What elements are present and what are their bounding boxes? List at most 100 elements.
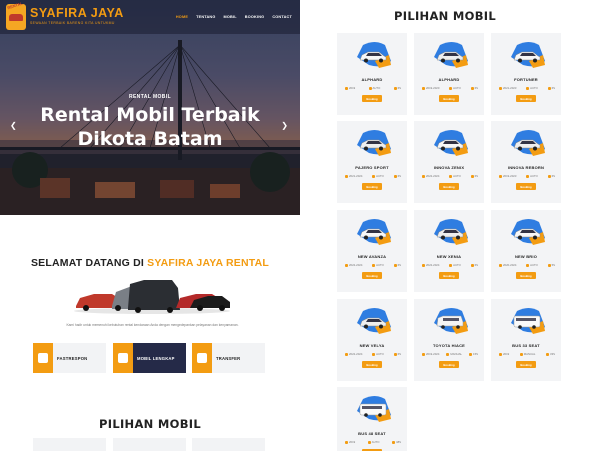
feature-transfer[interactable]: TRANSFER [192, 343, 265, 373]
nav-item-mobil[interactable]: MOBIL [224, 15, 237, 19]
car-card[interactable]: NEW XENIA 2022-2024 AUTO 6S Booking [414, 210, 484, 292]
car-name: INNOVA ZENIX [433, 165, 465, 170]
car-name: BUS 48 SEAT [358, 431, 386, 436]
car-specs: 2019-2020 AUTO 6S [422, 86, 478, 90]
car-specs: 2022-2024 AUTO 6S [345, 352, 401, 356]
car-name: FORTUNER [514, 77, 538, 82]
car-image [513, 228, 541, 240]
car-transmission: AUTO [367, 440, 379, 444]
nav-item-tentang[interactable]: TENTANG [196, 15, 215, 19]
car-specs: 2021-2023 AUTO 6S [499, 86, 555, 90]
car-image [436, 228, 464, 240]
booking-button[interactable]: Booking [516, 95, 536, 102]
booking-button[interactable]: Booking [516, 272, 536, 279]
car-specs: 2019-2023 AUTO 6S [499, 174, 555, 178]
car-card[interactable]: NEW AVANZA 2022-2024 AUTO 6S Booking [337, 210, 407, 292]
seat-icon [469, 352, 473, 356]
car-image [513, 139, 541, 151]
calendar-icon [422, 86, 425, 90]
car-card[interactable]: NEW BRIO 2020-2024 AUTO 5S Booking [491, 210, 561, 292]
calendar-icon [499, 174, 502, 178]
booking-button[interactable]: Booking [362, 183, 382, 190]
seat-icon [547, 86, 551, 90]
booking-button[interactable]: Booking [439, 272, 459, 279]
calendar-icon [422, 352, 425, 356]
brand-name[interactable]: SYAFIRA JAYA [30, 6, 124, 20]
welcome-heading: SELAMAT DATANG DI SYAFIRA JAYA RENTAL [0, 257, 300, 269]
section-title: PILIHAN MOBIL [99, 417, 201, 431]
seat-icon [470, 174, 474, 178]
car-image [436, 139, 464, 151]
car-icon [113, 343, 133, 373]
car-year: 2022-2024 [422, 174, 439, 178]
gear-icon [372, 352, 376, 356]
car-specs: 2020-2024 AUTO 5S [499, 263, 555, 267]
feature-mobil-lengkap[interactable]: MOBIL LENGKAP [113, 343, 186, 373]
gear-icon [526, 263, 530, 267]
booking-button[interactable]: Booking [439, 183, 459, 190]
booking-button[interactable]: Booking [362, 361, 382, 368]
chevron-right-icon[interactable]: ❯ [281, 121, 288, 130]
car-name: PAJERO SPORT [355, 165, 389, 170]
car-card[interactable]: BUS 48 SEAT2019AUTO48SBooking [337, 387, 407, 451]
car-transmission: AUTO [526, 86, 538, 90]
gear-icon [368, 86, 372, 90]
calendar-icon [345, 263, 348, 267]
seat-icon [547, 263, 551, 267]
nav-item-home[interactable]: HOME [176, 15, 188, 19]
car-name: INNOVA REBORN [507, 165, 545, 170]
car-transmission: AUTO [526, 263, 538, 267]
transfer-icon [192, 343, 212, 373]
booking-button[interactable]: Booking [439, 95, 459, 102]
booking-button[interactable]: Booking [362, 95, 382, 102]
brand-tagline: SEWAAN TERBAIK BARENG KITA UNTUKMU [30, 21, 115, 25]
car-year: 2019 [345, 440, 355, 444]
booking-button[interactable]: Booking [516, 183, 536, 190]
seat-icon [470, 263, 474, 267]
car-card[interactable]: TOYOTA HIACE 2019-2024 MANUAL 15S Booking [414, 299, 484, 381]
car-seats: 6S [393, 86, 401, 90]
car-seats: 48S [392, 440, 401, 444]
car-name: NEW VELYA [359, 343, 385, 348]
car-seats: 6S [470, 263, 478, 267]
calendar-icon [499, 352, 502, 356]
car-seats: 6S [393, 352, 401, 356]
page: RENTAL SYAFIRA JAYA SEWAAN TERBAIK BAREN… [0, 0, 600, 451]
car-specs: 2019 AUTO 6S [345, 86, 401, 90]
car-name: NEW AVANZA [357, 254, 387, 259]
car-card[interactable]: ALPHARD 2019-2020 AUTO 6S Booking [414, 33, 484, 115]
car-transmission: AUTO [372, 263, 384, 267]
car-card[interactable]: FORTUNER 2021-2023 AUTO 6S Booking [491, 33, 561, 115]
car-card[interactable]: INNOVA REBORN 2019-2023 AUTO 6S Booking [491, 121, 561, 203]
car-specs: 2019 AUTO 48S [345, 440, 401, 444]
car-card[interactable]: ALPHARD 2019 AUTO 6S Booking [337, 33, 407, 115]
feature-fastrespon[interactable]: FASTRESPON [33, 343, 106, 373]
car-year: 2019-2024 [422, 352, 439, 356]
car-specs: 2021-2024 AUTO 6S [345, 174, 401, 178]
car-card[interactable]: NEW VELYA 2022-2024 AUTO 6S Booking [337, 299, 407, 381]
booking-button[interactable]: Booking [439, 361, 459, 368]
nav-item-contact[interactable]: CONTACT [272, 15, 292, 19]
seat-icon [393, 263, 397, 267]
car-card[interactable]: PAJERO SPORT 2021-2024 AUTO 6S Booking [337, 121, 407, 203]
car-image [359, 139, 387, 151]
car-image [359, 228, 387, 240]
chevron-left-icon[interactable]: ❮ [10, 121, 17, 130]
nav-item-booking[interactable]: BOOKING [245, 15, 265, 19]
booking-button[interactable]: Booking [362, 272, 382, 279]
calendar-icon [422, 263, 425, 267]
car-card[interactable]: BUS 33 SEAT 2019 MANUAL 33S Booking [491, 299, 561, 381]
seat-icon [546, 352, 550, 356]
hero-subtitle: RENTAL MOBIL [128, 94, 172, 100]
car-card[interactable]: INNOVA ZENIX 2022-2024 AUTO 6S Booking [414, 121, 484, 203]
gear-icon [367, 440, 371, 444]
seat-icon [393, 174, 397, 178]
car-transmission: AUTO [526, 174, 538, 178]
car-year: 2021-2023 [499, 86, 516, 90]
logo[interactable]: RENTAL [6, 1, 26, 30]
seat-icon [393, 352, 397, 356]
car-name: BUS 33 SEAT [512, 343, 540, 348]
seat-icon [393, 86, 397, 90]
booking-button[interactable]: Booking [516, 361, 536, 368]
feature-label: TRANSFER [216, 355, 241, 361]
